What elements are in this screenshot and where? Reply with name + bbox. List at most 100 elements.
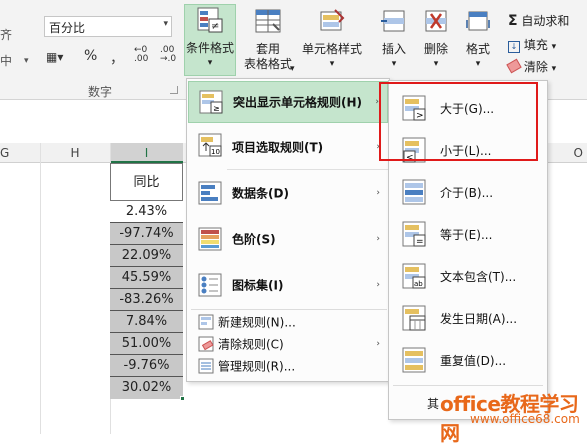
submenu-item-label: 等于(E)... <box>440 228 493 242</box>
color-scales-icon <box>198 227 222 251</box>
submenu-item-label: 重复值(D)... <box>440 354 507 368</box>
manage-rules-icon <box>198 358 214 374</box>
chevron-down-icon: ▾ <box>163 19 168 29</box>
insert-button[interactable]: 插入 ▾ <box>374 6 414 72</box>
conditional-format-label: 条件格式 <box>185 41 234 55</box>
gridline <box>40 143 41 434</box>
svg-text:ab: ab <box>414 280 423 288</box>
delete-label: 删除 <box>423 42 448 56</box>
submenu-item-between[interactable]: 介于(B)... <box>390 173 548 211</box>
data-cell[interactable]: 7.84% <box>110 311 183 333</box>
column-header-g[interactable]: G <box>0 143 40 163</box>
decrease-decimal-icon[interactable]: .00 →.0 <box>160 46 176 64</box>
percent-button[interactable]: % <box>84 48 97 64</box>
data-cell[interactable]: 45.59% <box>110 267 183 289</box>
insert-cells-icon <box>381 10 405 32</box>
svg-text:10: 10 <box>211 148 220 156</box>
new-rule-icon <box>198 314 214 330</box>
menu-item-label: 色阶(S) <box>232 232 276 247</box>
table-format-label: 套用 <box>255 42 280 56</box>
cell-style-icon <box>320 9 345 31</box>
conditional-format-icon: ≠ <box>197 7 223 33</box>
fill-handle[interactable] <box>180 396 185 401</box>
clear-button[interactable]: 清除 ▾ <box>506 58 557 75</box>
menu-item-color-scales[interactable]: 色阶(S) › <box>188 217 388 261</box>
menu-item-clear-rules[interactable]: 清除规则(C) › <box>188 333 388 355</box>
autosum-label: 自动求和 <box>521 14 570 28</box>
menu-item-label: 突出显示单元格规则(H) <box>233 95 363 110</box>
chevron-down-icon: ▾ <box>391 59 397 69</box>
menu-item-top-bottom-rules[interactable]: 10 项目选取规则(T) › <box>188 125 388 169</box>
chevron-down-icon: ▾ <box>551 42 557 52</box>
menu-item-icon-sets[interactable]: 图标集(I) › <box>188 263 388 307</box>
increase-decimal-icon[interactable]: ←0.00 <box>134 46 148 64</box>
data-cell[interactable]: 30.02% <box>110 377 183 399</box>
top-ten-icon: 10 <box>198 133 222 157</box>
dialog-launcher-icon[interactable] <box>170 86 178 94</box>
delete-cells-icon <box>425 10 447 32</box>
chevron-right-icon: › <box>376 234 380 244</box>
fill-button[interactable]: ↓ 填充 ▾ <box>508 36 556 53</box>
data-cell[interactable]: 22.09% <box>110 245 183 267</box>
submenu-item-date-occurring[interactable]: 发生日期(A)... <box>390 299 548 337</box>
data-cell[interactable]: 2.43% <box>110 201 183 223</box>
chevron-right-icon: › <box>376 280 380 290</box>
column-header-o[interactable]: O <box>548 143 587 163</box>
data-bars-icon <box>198 181 222 205</box>
menu-item-data-bars[interactable]: 数据条(D) › <box>188 171 388 215</box>
sigma-icon: Σ <box>508 13 518 29</box>
column-header-i[interactable]: I <box>110 143 183 163</box>
between-icon <box>402 179 426 205</box>
menu-item-label: 清除规则(C) <box>218 337 284 352</box>
data-cell[interactable]: 51.00% <box>110 333 183 355</box>
column-header-h[interactable]: H <box>40 143 110 163</box>
chevron-down-icon[interactable]: ▾ <box>24 56 29 66</box>
conditional-format-menu: ≥ 突出显示单元格规则(H) › 10 项目选取规则(T) › 数据条(D) ›… <box>186 78 390 382</box>
menu-item-manage-rules[interactable]: 管理规则(R)... <box>188 355 388 377</box>
highlight-annotation-box <box>379 82 538 161</box>
currency-icon[interactable]: ▦▾ <box>46 50 63 64</box>
comma-button[interactable]: ， <box>110 48 124 68</box>
autosum-button[interactable]: Σ 自动求和 <box>508 12 569 29</box>
submenu-item-more-rules[interactable]: 其 <box>427 395 439 412</box>
data-cell[interactable]: -97.74% <box>110 223 183 245</box>
menu-item-label: 图标集(I) <box>232 278 284 293</box>
watermark-url: www.office68.com <box>470 412 580 426</box>
separator <box>393 385 543 386</box>
menu-item-highlight-rules[interactable]: ≥ 突出显示单元格规则(H) › <box>188 81 388 123</box>
svg-text:≥: ≥ <box>213 104 220 113</box>
cell-style-label: 单元格样式 <box>301 42 362 56</box>
submenu-item-equal-to[interactable]: = 等于(E)... <box>390 215 548 253</box>
submenu-item-duplicate-values[interactable]: 重复值(D)... <box>390 341 548 379</box>
separator <box>227 169 389 170</box>
data-cell[interactable]: -9.76% <box>110 355 183 377</box>
left-label: 齐 <box>0 28 13 42</box>
clear-rules-icon <box>198 336 214 352</box>
cell-style-button[interactable]: 单元格样式 ▾ <box>300 6 364 72</box>
chevron-right-icon: › <box>376 339 380 349</box>
fill-down-icon: ↓ <box>508 41 520 53</box>
delete-button[interactable]: 删除 ▾ <box>416 6 456 72</box>
format-button[interactable]: 格式 ▾ <box>458 6 498 72</box>
number-format-combo[interactable]: 百分比 ▾ <box>44 16 172 37</box>
left-label-2: 中 <box>0 54 13 68</box>
chevron-right-icon: › <box>376 188 380 198</box>
fill-label: 填充 <box>523 38 548 52</box>
duplicate-values-icon <box>402 347 426 373</box>
table-format-button[interactable]: 套用 表格格式 <box>240 6 296 72</box>
chevron-down-icon: ▾ <box>475 59 481 69</box>
menu-item-label: 项目选取规则(T) <box>232 140 324 155</box>
icon-sets-icon <box>198 273 222 297</box>
submenu-item-label: 发生日期(A)... <box>440 312 518 326</box>
header-cell[interactable]: 同比 <box>110 163 183 201</box>
conditional-format-button[interactable]: ≠ 条件格式 ▾ <box>184 4 236 76</box>
calendar-icon <box>402 305 426 331</box>
chevron-down-icon: ▾ <box>551 64 557 74</box>
submenu-item-label: 介于(B)... <box>440 186 494 200</box>
submenu-item-text-contains[interactable]: ab 文本包含(T)... <box>390 257 548 295</box>
menu-item-label: 管理规则(R)... <box>218 359 296 374</box>
menu-item-new-rule[interactable]: 新建规则(N)... <box>188 311 388 333</box>
chevron-down-icon: ▾ <box>207 58 213 68</box>
data-cell[interactable]: -83.26% <box>110 289 183 311</box>
menu-item-label: 新建规则(N)... <box>218 315 296 330</box>
